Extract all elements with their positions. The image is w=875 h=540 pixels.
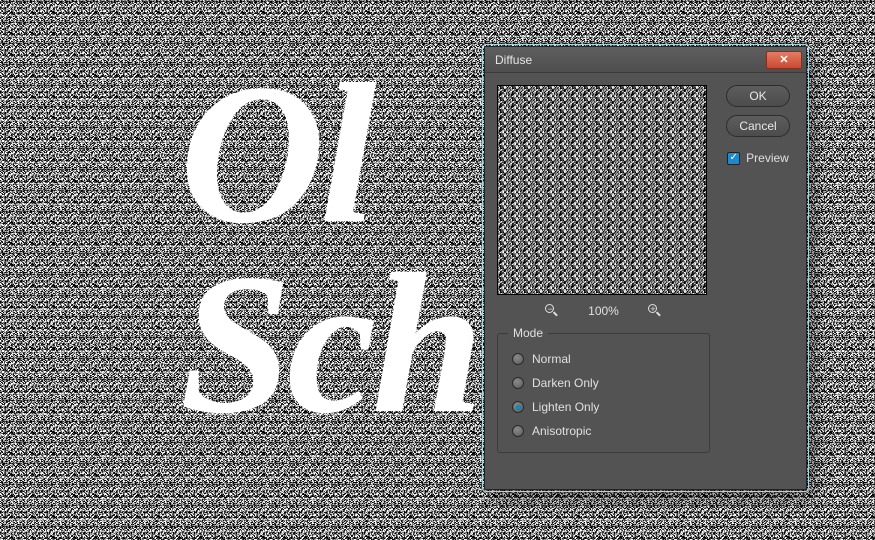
dialog-title: Diffuse (495, 53, 766, 67)
mode-option-lighten[interactable]: Lighten Only (512, 400, 695, 414)
mode-option-anisotropic[interactable]: Anisotropic (512, 424, 695, 438)
mode-option-label: Lighten Only (532, 400, 599, 414)
mode-group: Mode Normal Darken Only Lighten Only Ani… (497, 333, 710, 453)
close-button[interactable]: ✕ (766, 51, 802, 69)
radio-icon (512, 353, 524, 365)
cancel-button[interactable]: Cancel (726, 115, 790, 137)
mode-option-label: Darken Only (532, 376, 599, 390)
mode-option-normal[interactable]: Normal (512, 352, 695, 366)
mode-legend: Mode (508, 326, 548, 340)
dialog-titlebar[interactable]: Diffuse ✕ (485, 47, 806, 73)
radio-icon (512, 401, 524, 413)
radio-icon (512, 377, 524, 389)
checkbox-icon: ✓ (727, 152, 740, 165)
zoom-level: 100% (588, 304, 619, 318)
zoom-out-button[interactable]: − (544, 303, 560, 319)
preview-checkbox-label: Preview (746, 151, 789, 165)
diffuse-dialog: Diffuse ✕ − 100% + Mode Normal (484, 46, 807, 490)
mode-option-darken[interactable]: Darken Only (512, 376, 695, 390)
mode-option-label: Normal (532, 352, 571, 366)
filter-preview[interactable] (497, 85, 707, 295)
mode-option-label: Anisotropic (532, 424, 591, 438)
radio-icon (512, 425, 524, 437)
zoom-in-button[interactable]: + (647, 303, 663, 319)
canvas-text: Ol Sch (180, 60, 479, 440)
ok-button[interactable]: OK (726, 85, 790, 107)
close-icon: ✕ (779, 53, 788, 66)
preview-checkbox[interactable]: ✓ Preview (727, 151, 789, 165)
